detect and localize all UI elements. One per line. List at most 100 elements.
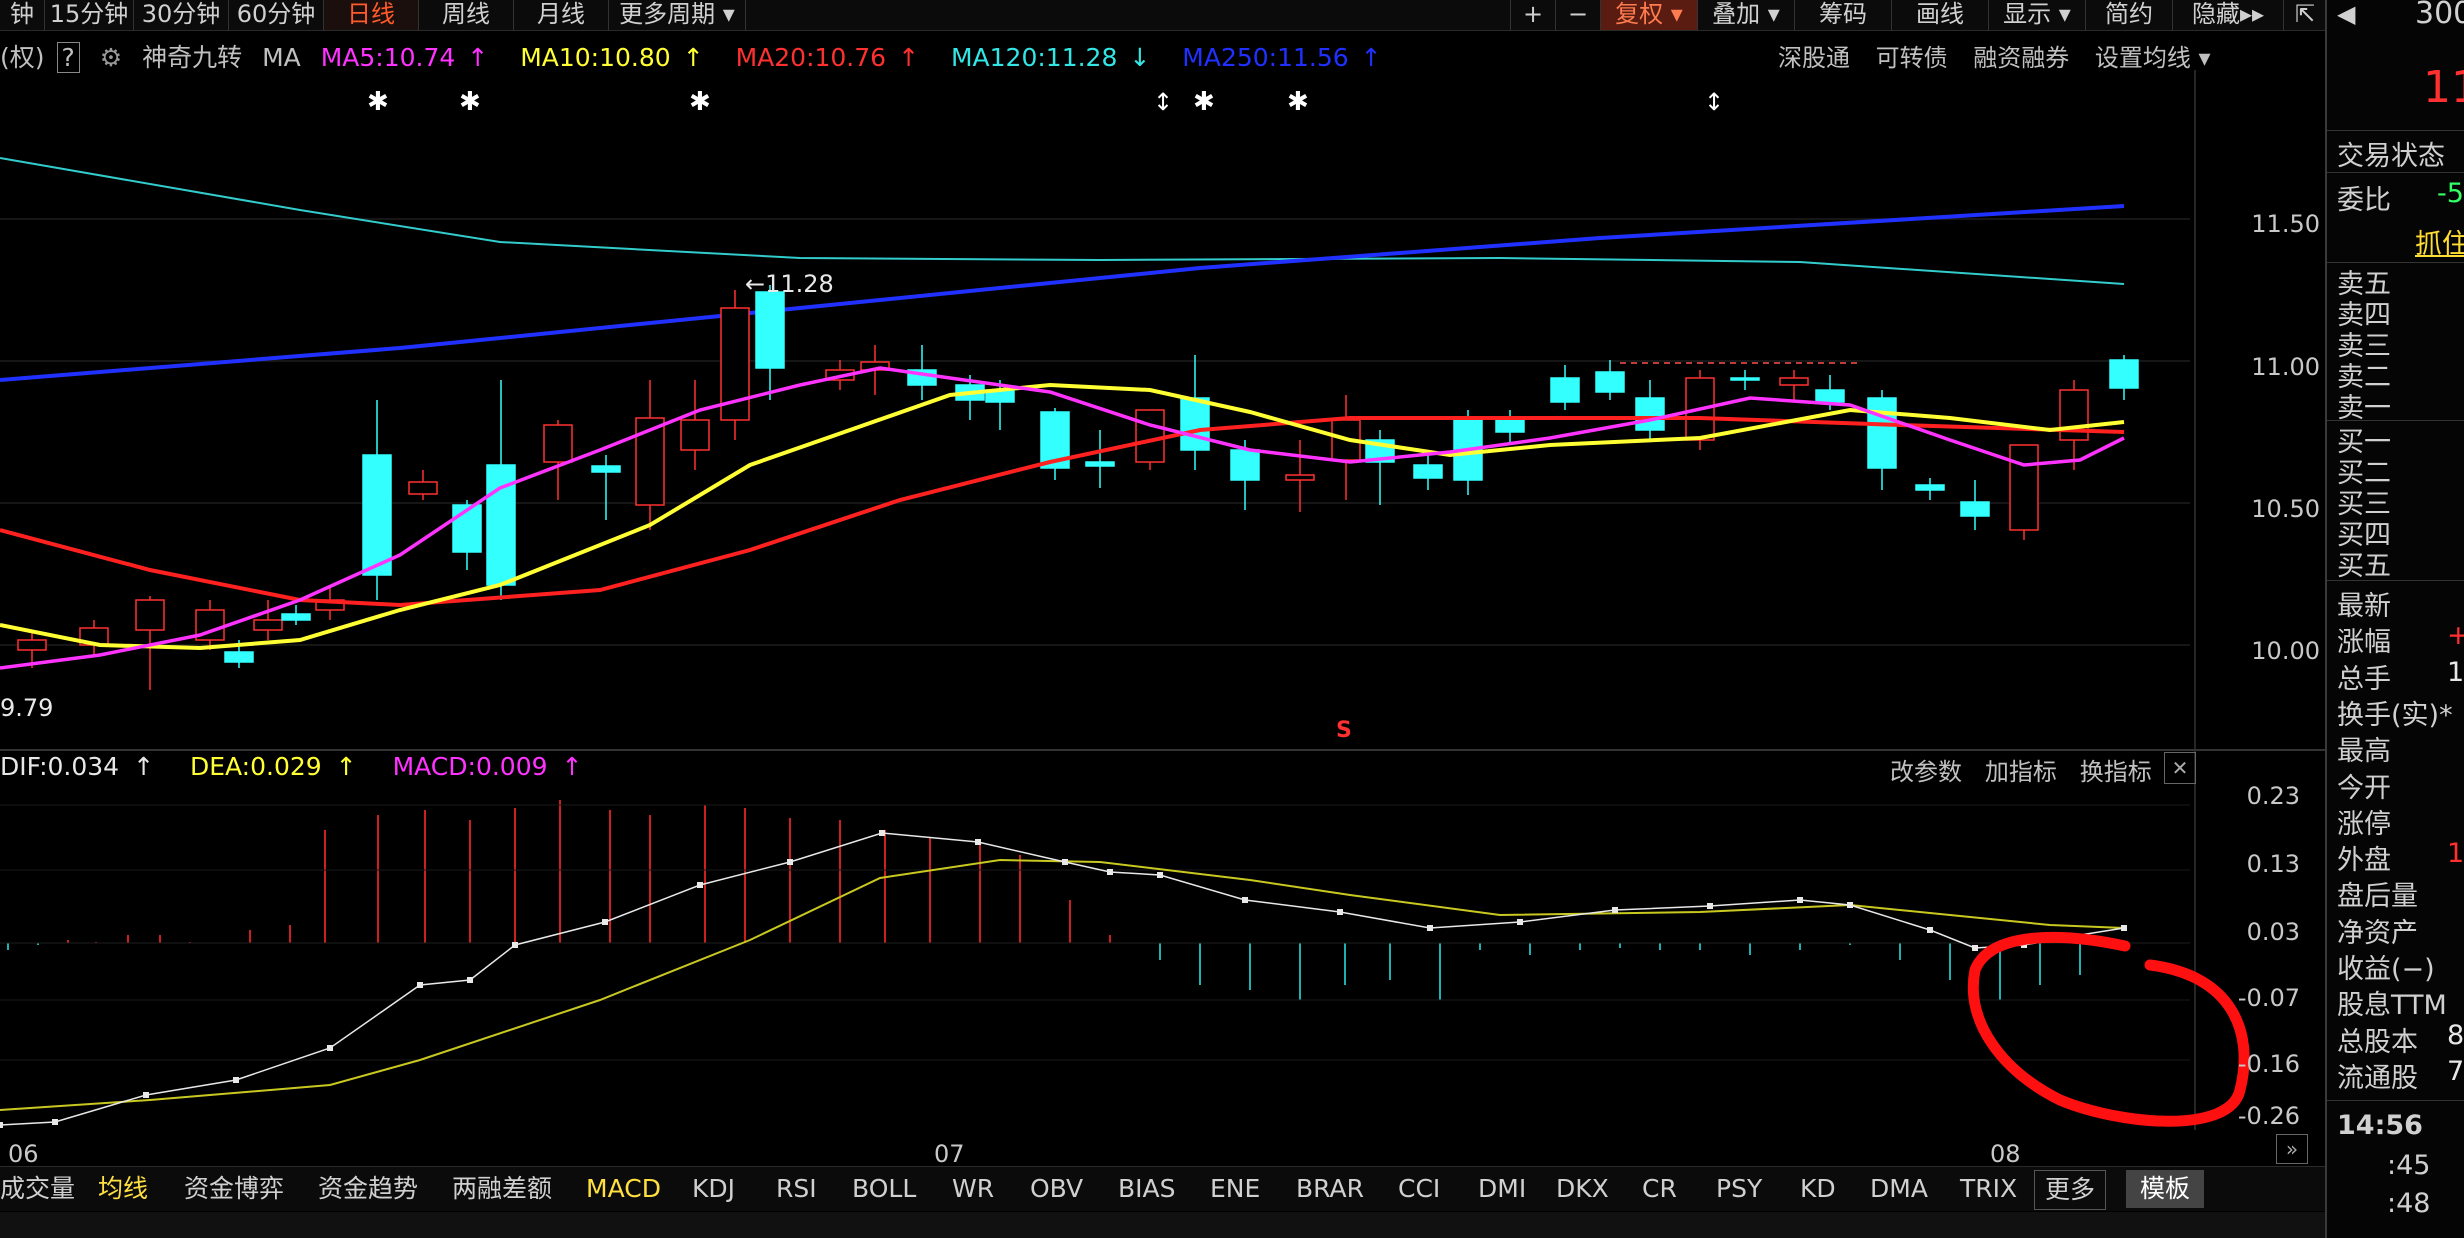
collapse-icon[interactable]: ◀ — [2337, 0, 2355, 28]
ma120-line — [0, 157, 2125, 285]
link-shenzhen-connect[interactable]: 深股通 — [1778, 44, 1850, 72]
add-indicator-link[interactable]: 加指标 — [1985, 758, 2057, 786]
tab-psy[interactable]: PSY — [1716, 1167, 1762, 1211]
tab-cci[interactable]: CCI — [1398, 1167, 1440, 1211]
tab-boll[interactable]: BOLL — [852, 1167, 916, 1211]
hide-button[interactable]: 隐藏▸▸ — [2172, 0, 2283, 30]
candle-body — [408, 481, 438, 495]
tab-margin-diff[interactable]: 两融差额 — [452, 1167, 552, 1211]
tab-wr[interactable]: WR — [952, 1167, 994, 1211]
nine-turn-markers: ✱ ✱ ✱ ✱ ✱ ↕ ↕ — [367, 87, 1724, 117]
current-price: 11 — [2423, 62, 2464, 113]
dif-point — [1337, 909, 1343, 915]
tab-30min[interactable]: 30分钟 — [134, 0, 229, 30]
tab-daily[interactable]: 日线 — [324, 0, 419, 30]
dif-point — [602, 919, 608, 925]
tab-cr[interactable]: CR — [1642, 1167, 1677, 1211]
candle-body — [680, 419, 710, 451]
zoom-in-button[interactable]: + — [1510, 0, 1555, 30]
tab-60min[interactable]: 60分钟 — [229, 0, 324, 30]
tab-volume[interactable]: 成交量 — [0, 1167, 75, 1211]
help-icon[interactable]: ? — [56, 42, 80, 73]
s-signal-marker: S — [1336, 718, 1352, 743]
zoom-out-button[interactable]: − — [1555, 0, 1600, 30]
tab-15min[interactable]: 15分钟 — [45, 0, 134, 30]
candle-body — [1413, 464, 1443, 479]
tab-kdj[interactable]: KDJ — [692, 1167, 735, 1211]
tab-more[interactable]: 更多 — [2034, 1170, 2107, 1210]
tab-kd[interactable]: KD — [1800, 1167, 1836, 1211]
dif-point — [233, 1077, 239, 1083]
stat-label: 涨停 — [2337, 808, 2391, 840]
dif-point — [0, 1122, 3, 1128]
ma10-value: MA10:10.80 ↑ — [520, 43, 704, 72]
weibi-label: 委比 — [2337, 185, 2391, 216]
tab-macd[interactable]: MACD — [586, 1167, 661, 1211]
tab-more-periods[interactable]: 更多周期 ▾ — [609, 0, 746, 30]
stat-label: 总股本 — [2337, 1026, 2418, 1058]
link-convertible[interactable]: 可转债 — [1876, 44, 1948, 72]
draw-button[interactable]: 画线 — [1891, 0, 1988, 30]
ma5-value: MA5:10.74 ↑ — [320, 43, 489, 72]
display-label: 显示 — [2003, 0, 2052, 28]
tab-fund-game[interactable]: 资金博弈 — [184, 1167, 284, 1211]
candle-body — [543, 424, 573, 463]
ma120-path — [0, 157, 2125, 285]
fullscreen-icon[interactable]: ⇱ — [2283, 0, 2326, 30]
dif-point — [143, 1092, 149, 1098]
quote-panel: ◀ 300 11 交易状态 委比 -5 抓住 14:56 :45 :48 卖五卖… — [2325, 0, 2464, 1238]
chevron-down-icon: ▾ — [1767, 0, 1780, 28]
grab-link[interactable]: 抓住 — [2415, 222, 2464, 261]
tab-rsi[interactable]: RSI — [776, 1167, 817, 1211]
tab-dkx[interactable]: DKX — [1556, 1167, 1609, 1211]
stat-label: 收益(−) — [2337, 954, 2435, 985]
candle-body — [1595, 371, 1625, 393]
kline-chart[interactable]: ✱ ✱ ✱ ✱ ✱ ↕ ↕ — [0, 70, 2325, 1166]
display-button[interactable]: 显示 ▾ — [1988, 0, 2085, 30]
stat-label: 今开 — [2337, 772, 2391, 804]
chips-button[interactable]: 筹码 — [1794, 0, 1891, 30]
low-price-label: 9.79 — [0, 694, 54, 722]
red-circle-annotation — [1967, 931, 2250, 1127]
close-icon[interactable]: ✕ — [2164, 752, 2196, 784]
gear-icon[interactable]: ⚙ — [100, 43, 122, 72]
dif-point — [879, 830, 885, 836]
tab-obv[interactable]: OBV — [1030, 1167, 1083, 1211]
simple-button[interactable]: 简约 — [2085, 0, 2172, 30]
template-button[interactable]: 模板 — [2126, 1170, 2205, 1208]
tab-weekly[interactable]: 周线 — [419, 0, 514, 30]
dif-point — [2121, 925, 2127, 931]
dif-point — [1427, 925, 1433, 931]
scroll-right-icon[interactable]: » — [2276, 1134, 2308, 1164]
link-margin[interactable]: 融资融券 — [1973, 44, 2069, 72]
dif-point — [1797, 897, 1803, 903]
tab-minute[interactable]: 钟 — [0, 0, 45, 30]
switch-indicator-link[interactable]: 换指标 — [2080, 758, 2152, 786]
tab-monthly[interactable]: 月线 — [514, 0, 609, 30]
ma20-value: MA20:10.76 ↑ — [735, 43, 920, 72]
tab-bias[interactable]: BIAS — [1118, 1167, 1176, 1211]
tab-ene[interactable]: ENE — [1210, 1167, 1260, 1211]
tab-dma[interactable]: DMA — [1870, 1167, 1928, 1211]
stat-label: 涨幅 — [2337, 627, 2391, 659]
link-set-ma[interactable]: 设置均线 ▾ — [2095, 44, 2211, 72]
tab-brar[interactable]: BRAR — [1296, 1167, 1364, 1211]
price-tick: 11.00 — [2251, 353, 2320, 381]
stat-label: 盘后量 — [2337, 881, 2418, 913]
macd-tick: -0.16 — [2237, 1050, 2300, 1078]
indicator-name: 神奇九转 — [142, 43, 243, 72]
edit-params-link[interactable]: 改参数 — [1890, 758, 1962, 786]
tab-dmi[interactable]: DMI — [1478, 1167, 1526, 1211]
ma250-line — [0, 204, 2125, 382]
overlay-button[interactable]: 叠加 ▾ — [1697, 0, 1794, 30]
macd-tick: 0.23 — [2246, 782, 2300, 810]
macd-tick: -0.07 — [2237, 984, 2300, 1012]
dif-point — [327, 1045, 333, 1051]
adjust-button[interactable]: 复权 ▾ — [1600, 0, 1697, 30]
candle-body — [1135, 409, 1165, 463]
tab-fund-trend[interactable]: 资金趋势 — [318, 1167, 418, 1211]
stat-value: + — [2447, 620, 2464, 652]
tab-ma[interactable]: 均线 — [98, 1167, 148, 1211]
tab-trix[interactable]: TRIX — [1960, 1167, 2017, 1211]
candle-body — [1180, 397, 1210, 451]
